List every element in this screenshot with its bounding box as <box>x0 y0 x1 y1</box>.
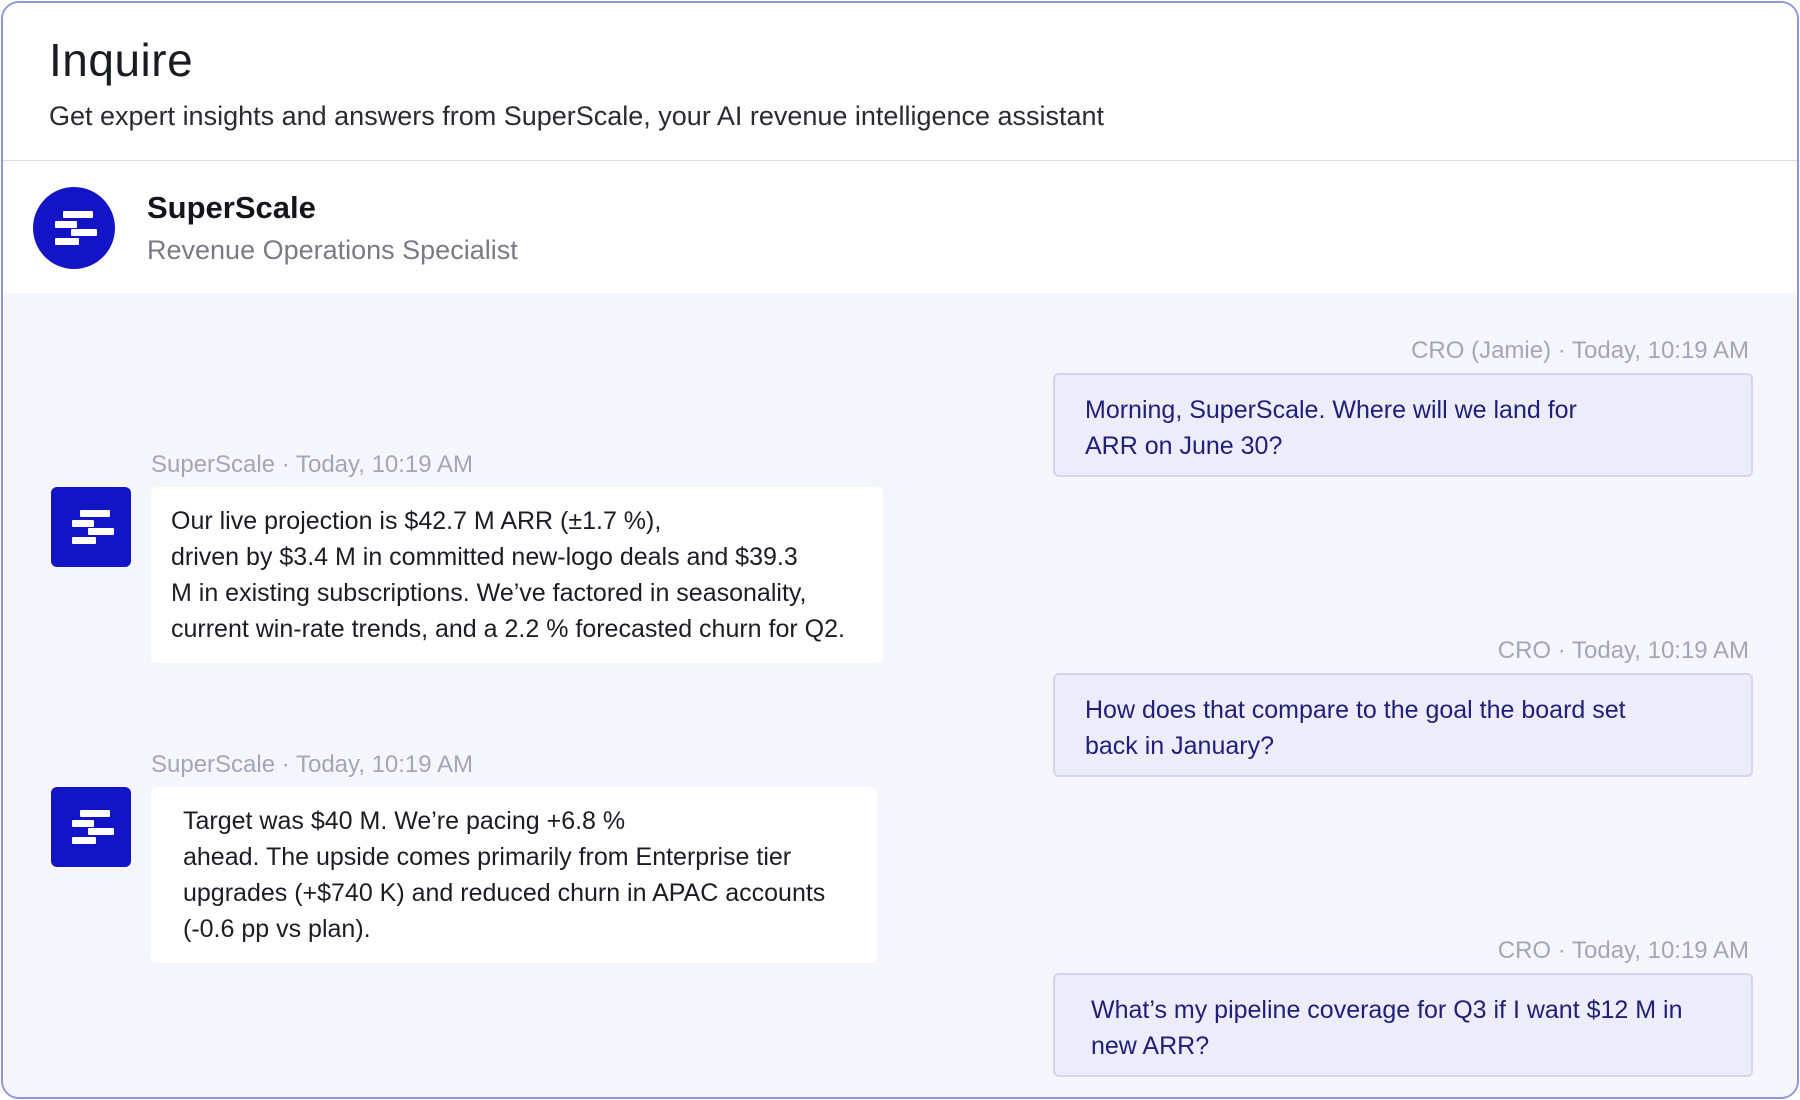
message-line: back in January? <box>1085 732 1275 760</box>
bot-message-bubble: Our live projection is $42.7 M ARR (±1.7… <box>151 487 883 663</box>
bot-avatar <box>51 787 131 867</box>
message-line: Target was $40 M. We’re pacing +6.8 % <box>183 807 626 835</box>
message-line: driven by $3.4 M in committed new-logo d… <box>171 543 798 571</box>
superscale-logo-icon <box>51 209 97 247</box>
message-line: What’s my pipeline coverage for Q3 if I … <box>1091 996 1683 1024</box>
bot-message-bubble: Target was $40 M. We’re pacing +6.8 % ah… <box>151 787 877 963</box>
message-meta: CRO (Jamie) · Today, 10:19 AM <box>1411 337 1749 364</box>
agent-avatar <box>33 187 115 269</box>
message-meta: SuperScale · Today, 10:19 AM <box>151 451 473 478</box>
message-meta: CRO · Today, 10:19 AM <box>1497 637 1749 664</box>
message-line: (-0.6 pp vs plan). <box>183 915 371 943</box>
message-line: new ARR? <box>1091 1032 1210 1060</box>
message-line: current win-rate trends, and a 2.2 % for… <box>171 615 845 643</box>
user-message-bubble: What’s my pipeline coverage for Q3 if I … <box>1053 973 1753 1077</box>
agent-name: SuperScale <box>147 190 316 225</box>
app-window: Inquire Get expert insights and answers … <box>1 1 1799 1099</box>
message-line: M in existing subscriptions. We’ve facto… <box>171 579 807 607</box>
agent-header: SuperScale Revenue Operations Specialist <box>3 162 1797 293</box>
message-line: ahead. The upside comes primarily from E… <box>183 843 792 871</box>
user-message-bubble: How does that compare to the goal the bo… <box>1053 673 1753 777</box>
user-message-bubble: Morning, SuperScale. Where will we land … <box>1053 373 1753 477</box>
superscale-logo-icon <box>68 508 114 546</box>
page-header: Inquire Get expert insights and answers … <box>3 3 1797 161</box>
page-subtitle: Get expert insights and answers from Sup… <box>49 101 1105 131</box>
page-title: Inquire <box>49 34 194 86</box>
message-meta: CRO · Today, 10:19 AM <box>1497 937 1749 964</box>
message-meta: SuperScale · Today, 10:19 AM <box>151 751 473 778</box>
superscale-logo-icon <box>68 808 114 846</box>
message-line: ARR on June 30? <box>1085 432 1283 460</box>
agent-role: Revenue Operations Specialist <box>147 235 518 265</box>
chat-thread[interactable]: CRO (Jamie) · Today, 10:19 AM Morning, S… <box>3 293 1797 1097</box>
message-line: Morning, SuperScale. Where will we land … <box>1085 396 1577 424</box>
bot-avatar <box>51 487 131 567</box>
message-line: Our live projection is $42.7 M ARR (±1.7… <box>171 507 662 535</box>
message-line: upgrades (+$740 K) and reduced churn in … <box>183 879 826 907</box>
message-line: How does that compare to the goal the bo… <box>1085 696 1626 724</box>
